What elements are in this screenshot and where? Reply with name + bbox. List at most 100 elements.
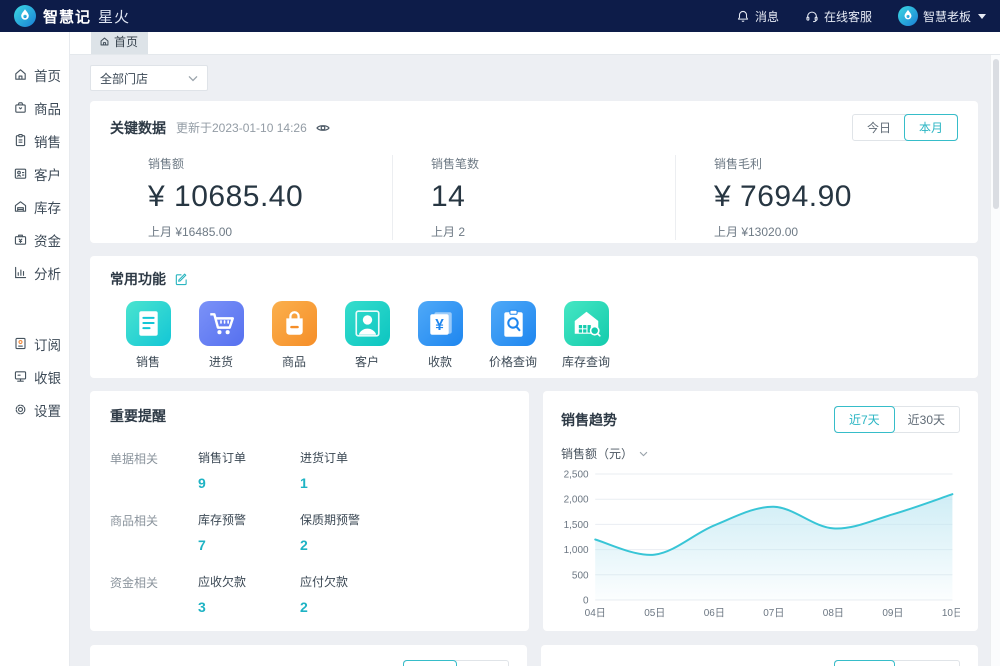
reminder-value[interactable]: 1 (300, 475, 402, 491)
quick-action-sale[interactable]: 销售 (112, 301, 184, 370)
reminder-category: 商品相关 (110, 511, 198, 553)
vertical-scrollbar[interactable] (990, 55, 1000, 666)
sidebar-item-inventory[interactable]: 库存 (0, 190, 69, 223)
last-7-days-button[interactable]: 近7天 (835, 407, 894, 432)
reminder-label: 进货订单 (300, 449, 402, 466)
sidebar-item-home[interactable]: 首页 (0, 58, 69, 91)
reminder-value[interactable]: 2 (300, 599, 402, 615)
sidebar-item-funds[interactable]: 资金 (0, 223, 69, 256)
metric-value: ¥ 7694.90 (714, 180, 958, 214)
brand-suffix: 星火 (98, 6, 130, 27)
sidebar-item-sales[interactable]: 销售 (0, 124, 69, 157)
metric-value: ¥ 10685.40 (148, 180, 392, 214)
svg-text:06日: 06日 (704, 608, 725, 619)
employee-performance-card: 员工业绩 今日 本月 (90, 645, 527, 666)
quick-action-price-search[interactable]: 价格查询 (477, 301, 549, 370)
trend-metric-select[interactable]: 销售额（元） (561, 445, 648, 462)
reminder-receivables: 应收欠款 3 (198, 573, 300, 615)
scrollbar-thumb[interactable] (993, 59, 999, 209)
quick-action-customer[interactable]: 客户 (331, 301, 403, 370)
settings-icon (13, 402, 28, 417)
svg-text:2,000: 2,000 (564, 494, 589, 505)
sidebar-item-label: 设置 (34, 400, 61, 420)
quick-action-purchase[interactable]: 进货 (185, 301, 257, 370)
sidebar-item-analysis[interactable]: 分析 (0, 256, 69, 289)
reminder-value[interactable]: 9 (198, 475, 300, 491)
quick-action-label: 价格查询 (489, 353, 537, 370)
sidebar-item-label: 订阅 (34, 334, 61, 354)
collect-yuan-icon: ¥ (418, 301, 463, 346)
top-navbar: 智慧记 星火 消息 在线客服 (0, 0, 1000, 32)
home-icon (99, 36, 110, 47)
sidebar-item-settings[interactable]: 设置 (0, 393, 69, 426)
today-toggle-button[interactable]: 今日 (853, 115, 905, 140)
goods-bag-icon (272, 301, 317, 346)
home-icon (13, 67, 28, 82)
quick-action-label: 销售 (136, 353, 160, 370)
reminder-value[interactable]: 7 (198, 537, 300, 553)
reminder-row-goods: 商品相关 库存预警 7 保质期预警 2 (110, 511, 509, 553)
sidebar-item-subscribe[interactable]: 订阅 (0, 327, 69, 360)
reminder-value[interactable]: 3 (198, 599, 300, 615)
key-data-title: 关键数据 (110, 118, 166, 138)
quick-action-goods[interactable]: 商品 (258, 301, 330, 370)
quick-action-label: 进货 (209, 353, 233, 370)
metric-gross-profit: 销售毛利 ¥ 7694.90 上月 ¥13020.00 (675, 155, 958, 240)
svg-text:500: 500 (572, 570, 589, 581)
quick-actions-card: 常用功能 销售 进货 商品 (90, 256, 978, 378)
employee-performance-toggle: 今日 本月 (403, 660, 509, 666)
store-filter-select[interactable]: 全部门店 (90, 65, 208, 91)
messages-label: 消息 (755, 8, 779, 25)
sale-doc-icon (126, 301, 171, 346)
user-menu[interactable]: 智慧老板 (898, 6, 986, 26)
sidebar-item-customers[interactable]: 客户 (0, 157, 69, 190)
eye-icon[interactable] (315, 120, 331, 136)
sales-trend-card: 销售趋势 近7天 近30天 销售额（元） 05001,0001,5002,000… (543, 391, 978, 631)
store-filter-value: 全部门店 (100, 70, 148, 87)
quick-action-label: 库存查询 (562, 353, 610, 370)
reminder-label: 库存预警 (198, 511, 300, 528)
reminder-row-documents: 单据相关 销售订单 9 进货订单 1 (110, 449, 509, 491)
sidebar-item-cashier[interactable]: 收银 (0, 360, 69, 393)
reminder-sales-orders: 销售订单 9 (198, 449, 300, 491)
reminders-title: 重要提醒 (110, 406, 166, 426)
tab-bar: 首页 (70, 32, 1000, 55)
quick-action-stock-search[interactable]: 库存查询 (550, 301, 622, 370)
last-30-days-button[interactable]: 近30天 (894, 407, 959, 432)
brand-drop-logo-icon (14, 5, 36, 27)
sidebar-item-label: 资金 (34, 230, 61, 250)
month-toggle-button[interactable]: 本月 (905, 115, 957, 140)
tab-home[interactable]: 首页 (91, 30, 148, 54)
quick-action-collect[interactable]: ¥ 收款 (404, 301, 476, 370)
messages-button[interactable]: 消息 (736, 8, 779, 25)
svg-text:0: 0 (583, 595, 589, 606)
reminder-label: 应付欠款 (300, 573, 402, 590)
chevron-down-icon (188, 75, 198, 82)
sidebar-item-products[interactable]: 商品 (0, 91, 69, 124)
support-button[interactable]: 在线客服 (805, 8, 872, 25)
reminder-expiry-warning: 保质期预警 2 (300, 511, 402, 553)
reminder-value[interactable]: 2 (300, 537, 402, 553)
support-label: 在线客服 (824, 8, 872, 25)
brand[interactable]: 智慧记 星火 (14, 5, 130, 27)
cashier-icon (13, 369, 28, 384)
last-7-days-button[interactable]: 近7天 (835, 661, 894, 666)
today-toggle-button[interactable]: 今日 (404, 661, 456, 666)
product-icon (13, 100, 28, 115)
key-data-updated: 更新于2023-01-10 14:26 (176, 119, 307, 136)
svg-text:07日: 07日 (763, 608, 784, 619)
metric-sales-count: 销售笔数 14 上月 2 (392, 155, 675, 240)
month-toggle-button[interactable]: 本月 (456, 661, 508, 666)
edit-icon[interactable] (174, 272, 188, 286)
svg-text:05日: 05日 (644, 608, 665, 619)
trend-metric-value: 销售额（元） (561, 445, 633, 462)
user-name: 智慧老板 (923, 8, 971, 25)
svg-text:10日: 10日 (942, 608, 960, 619)
sales-trend-title: 销售趋势 (561, 410, 617, 430)
svg-text:1,500: 1,500 (564, 520, 589, 531)
key-data-period-toggle: 今日 本月 (852, 114, 958, 141)
headset-icon (805, 9, 819, 24)
metric-value: 14 (431, 180, 675, 214)
metric-sales-amount: 销售额 ¥ 10685.40 上月 ¥16485.00 (110, 155, 392, 240)
last-30-days-button[interactable]: 近30天 (894, 661, 959, 666)
